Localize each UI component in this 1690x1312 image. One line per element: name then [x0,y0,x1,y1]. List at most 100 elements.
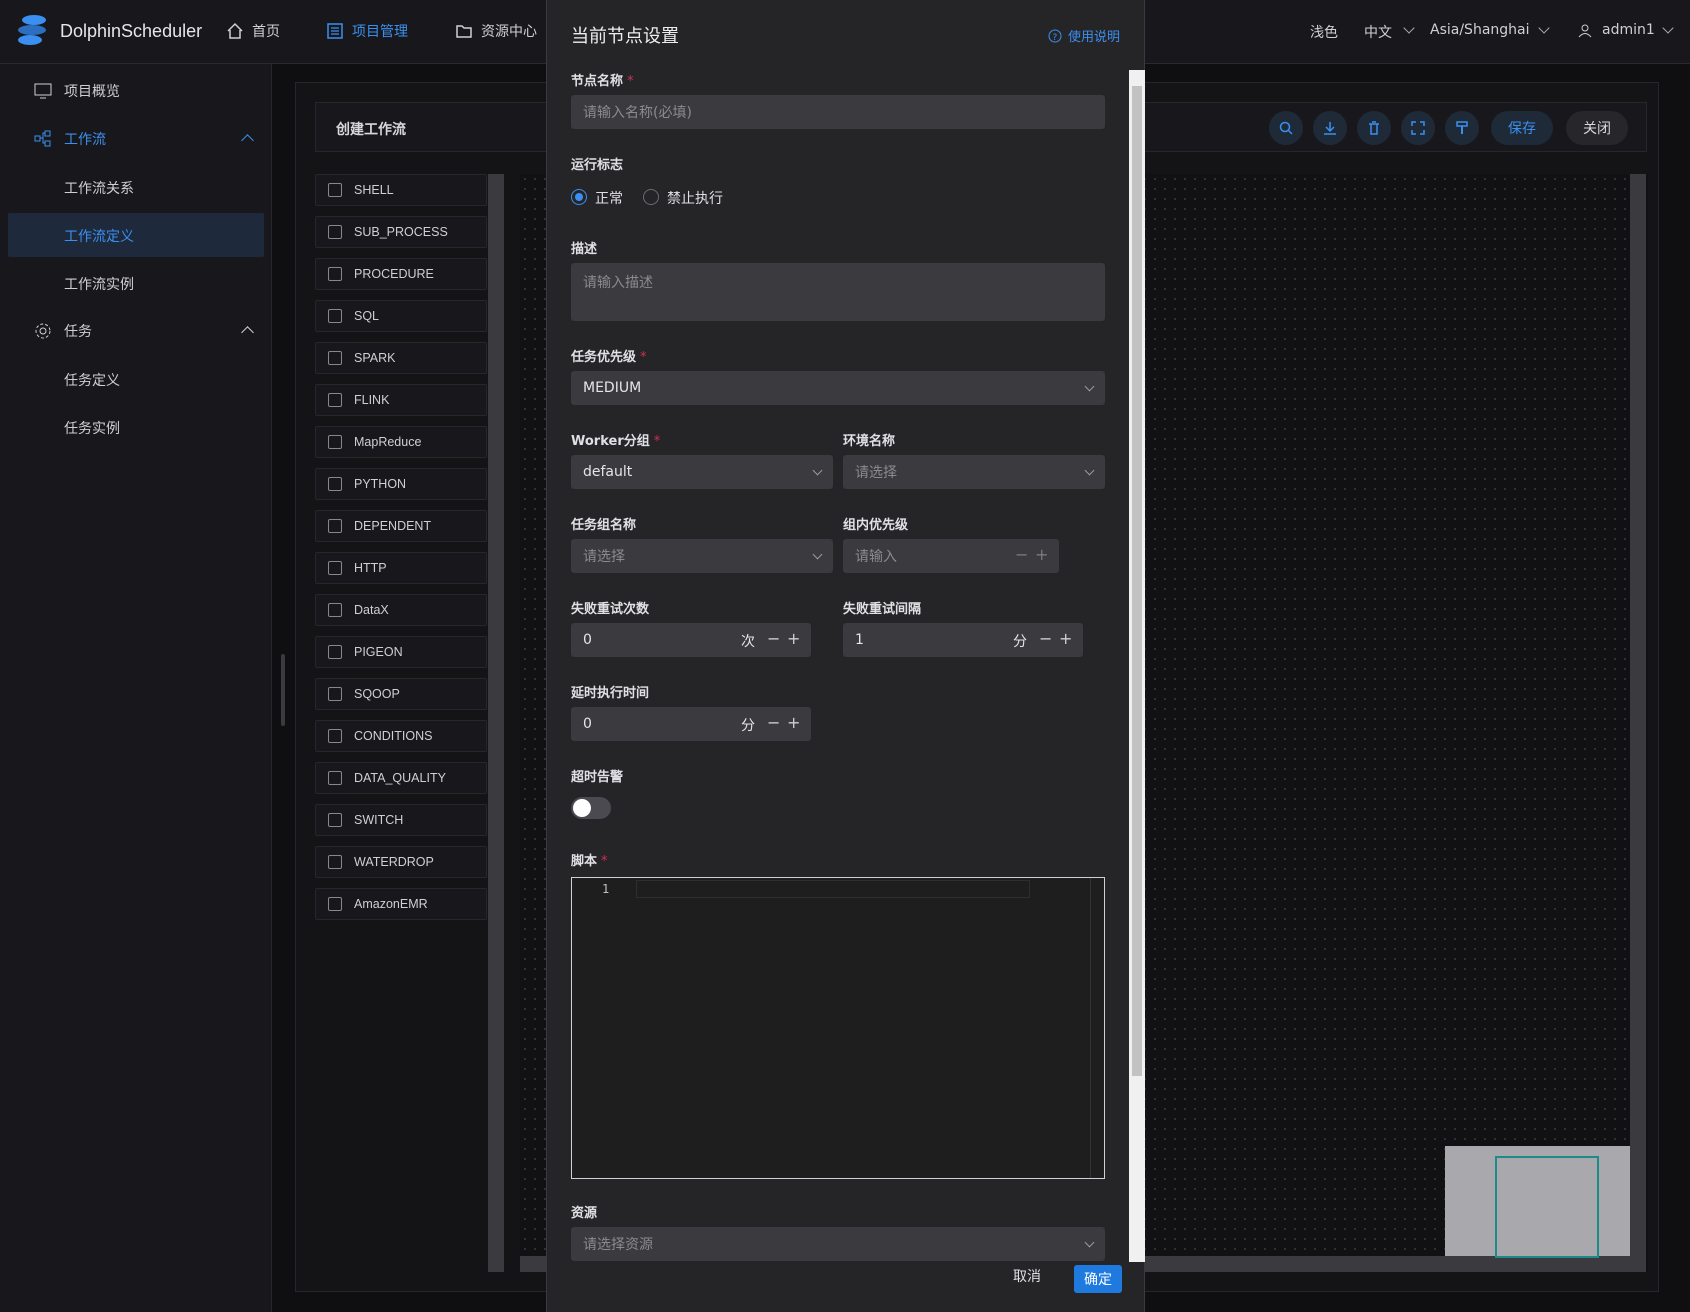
sidebar-item-task[interactable]: 任务 [0,309,272,353]
task-type-label: SQL [354,309,380,323]
retry-times-value: 0 [583,632,592,648]
worker-group-select[interactable]: default [571,455,833,489]
environment-select[interactable]: 请选择 [843,455,1105,489]
chevron-down-icon [1662,22,1674,34]
chevron-down-icon [812,549,823,560]
task-type-item[interactable]: MapReduce [315,426,487,458]
task-type-item[interactable]: SQL [315,300,487,332]
task-group-select[interactable]: 请选择 [571,539,833,573]
task-type-item[interactable]: DataX [315,594,487,626]
task-type-item[interactable]: DEPENDENT [315,510,487,542]
language-select[interactable]: 中文 [1364,22,1392,42]
task-type-item[interactable]: DATA_QUALITY [315,762,487,794]
timezone-select[interactable]: Asia/Shanghai [1430,22,1530,38]
chevron-down-icon [1084,465,1095,476]
task-type-label: PYTHON [354,477,407,491]
delete-button[interactable] [1357,111,1391,145]
task-type-item[interactable]: FLINK [315,384,487,416]
plus-icon[interactable]: + [787,713,800,732]
monitor-icon [34,83,52,99]
plus-icon[interactable]: + [1059,629,1072,648]
plus-icon[interactable]: + [1035,545,1048,564]
task-type-item[interactable]: SQOOP [315,678,487,710]
help-link[interactable]: ? 使用说明 [1048,26,1120,45]
canvas-vertical-scrollbar[interactable] [1630,174,1646,1272]
timeout-alarm-toggle[interactable] [571,797,611,819]
run-flag-normal-radio[interactable] [571,189,587,205]
task-type-label: SHELL [354,183,394,197]
editor-scrollbar[interactable] [1090,878,1104,1178]
task-type-item[interactable]: SHELL [315,174,487,206]
sidebar-item-workflow-relation[interactable]: 工作流关系 [0,165,272,209]
priority-select[interactable]: MEDIUM [571,371,1105,405]
task-type-icon [328,183,342,197]
task-type-item[interactable]: PIGEON [315,636,487,668]
task-type-icon [328,687,342,701]
group-priority-input[interactable]: 请输入 − + [843,539,1059,573]
node-name-label: 节点名称 * [571,74,634,89]
minus-icon[interactable]: − [767,713,780,732]
theme-switch[interactable]: 浅色 [1310,22,1338,42]
resource-select[interactable]: 请选择资源 [571,1227,1105,1261]
task-type-item[interactable]: SPARK [315,342,487,374]
drawer-scrollbar-thumb[interactable] [1132,86,1142,1076]
run-flag-forbidden-radio[interactable] [643,189,659,205]
task-type-icon [328,393,342,407]
fullscreen-button[interactable] [1401,111,1435,145]
sidebar-item-task-definition[interactable]: 任务定义 [0,357,272,401]
download-button[interactable] [1313,111,1347,145]
sidebar-item-overview[interactable]: 项目概览 [0,69,272,113]
resource-placeholder: 请选择资源 [583,1237,653,1253]
retry-interval-input[interactable]: 1 分 − + [843,623,1083,657]
sidebar-item-task-instance[interactable]: 任务实例 [0,405,272,449]
task-type-label: SQOOP [354,687,400,701]
run-flag-forbidden-label: 禁止执行 [667,191,723,207]
cancel-button[interactable]: 取消 [1013,1266,1041,1286]
priority-value: MEDIUM [583,380,642,396]
confirm-button[interactable]: 确定 [1074,1265,1122,1293]
user-menu[interactable]: admin1 [1602,22,1655,38]
nav-home[interactable]: 首页 [226,21,280,41]
task-type-item[interactable]: PROCEDURE [315,258,487,290]
save-button[interactable]: 保存 [1491,111,1553,145]
minus-icon[interactable]: − [767,629,780,648]
task-type-label: PIGEON [354,645,403,659]
task-type-item[interactable]: SUB_PROCESS [315,216,487,248]
task-type-item[interactable]: WATERDROP [315,846,487,878]
minus-icon[interactable]: − [1015,545,1028,564]
task-type-item[interactable]: PYTHON [315,468,487,500]
sidebar-item-workflow-definition[interactable]: 工作流定义 [8,213,264,257]
task-group-label: 任务组名称 [571,518,637,533]
retry-interval-unit: 分 [1013,634,1027,650]
retry-times-input[interactable]: 0 次 − + [571,623,811,657]
sidebar-item-workflow-instance[interactable]: 工作流实例 [0,261,272,305]
task-type-item[interactable]: CONDITIONS [315,720,487,752]
minus-icon[interactable]: − [1039,629,1052,648]
plus-icon[interactable]: + [787,629,800,648]
task-list-scrollbar[interactable] [488,174,504,1272]
script-editor[interactable]: 1 [571,877,1105,1179]
close-button[interactable]: 关闭 [1566,111,1628,145]
description-textarea[interactable]: 请输入描述 [571,263,1105,321]
sidebar-resize-handle[interactable] [281,654,285,726]
task-type-item[interactable]: HTTP [315,552,487,584]
task-type-item[interactable]: AmazonEMR [315,888,487,920]
minimap-viewport[interactable] [1495,1156,1599,1258]
task-type-label: CONDITIONS [354,729,433,743]
sidebar-item-workflow[interactable]: 工作流 [0,117,272,161]
drawer-title: 当前节点设置 [571,26,679,47]
nav-resource[interactable]: 资源中心 [455,21,537,41]
format-button[interactable] [1445,111,1479,145]
task-type-item[interactable]: SWITCH [315,804,487,836]
nav-resource-label: 资源中心 [481,24,537,40]
task-type-label: AmazonEMR [354,897,428,911]
sidebar: 项目概览 工作流 工作流关系 工作流定义 工作流实例 任务 任务定义 任务实例 [0,64,285,1312]
dolphinscheduler-logo-icon [18,15,46,45]
task-type-label: SUB_PROCESS [354,225,448,239]
delay-time-unit: 分 [741,718,755,734]
node-name-input[interactable]: 请输入名称(必填) [571,95,1105,129]
nav-project[interactable]: 项目管理 [326,21,408,41]
delay-time-input[interactable]: 0 分 − + [571,707,811,741]
search-button[interactable] [1269,111,1303,145]
fullscreen-icon [1411,121,1425,135]
